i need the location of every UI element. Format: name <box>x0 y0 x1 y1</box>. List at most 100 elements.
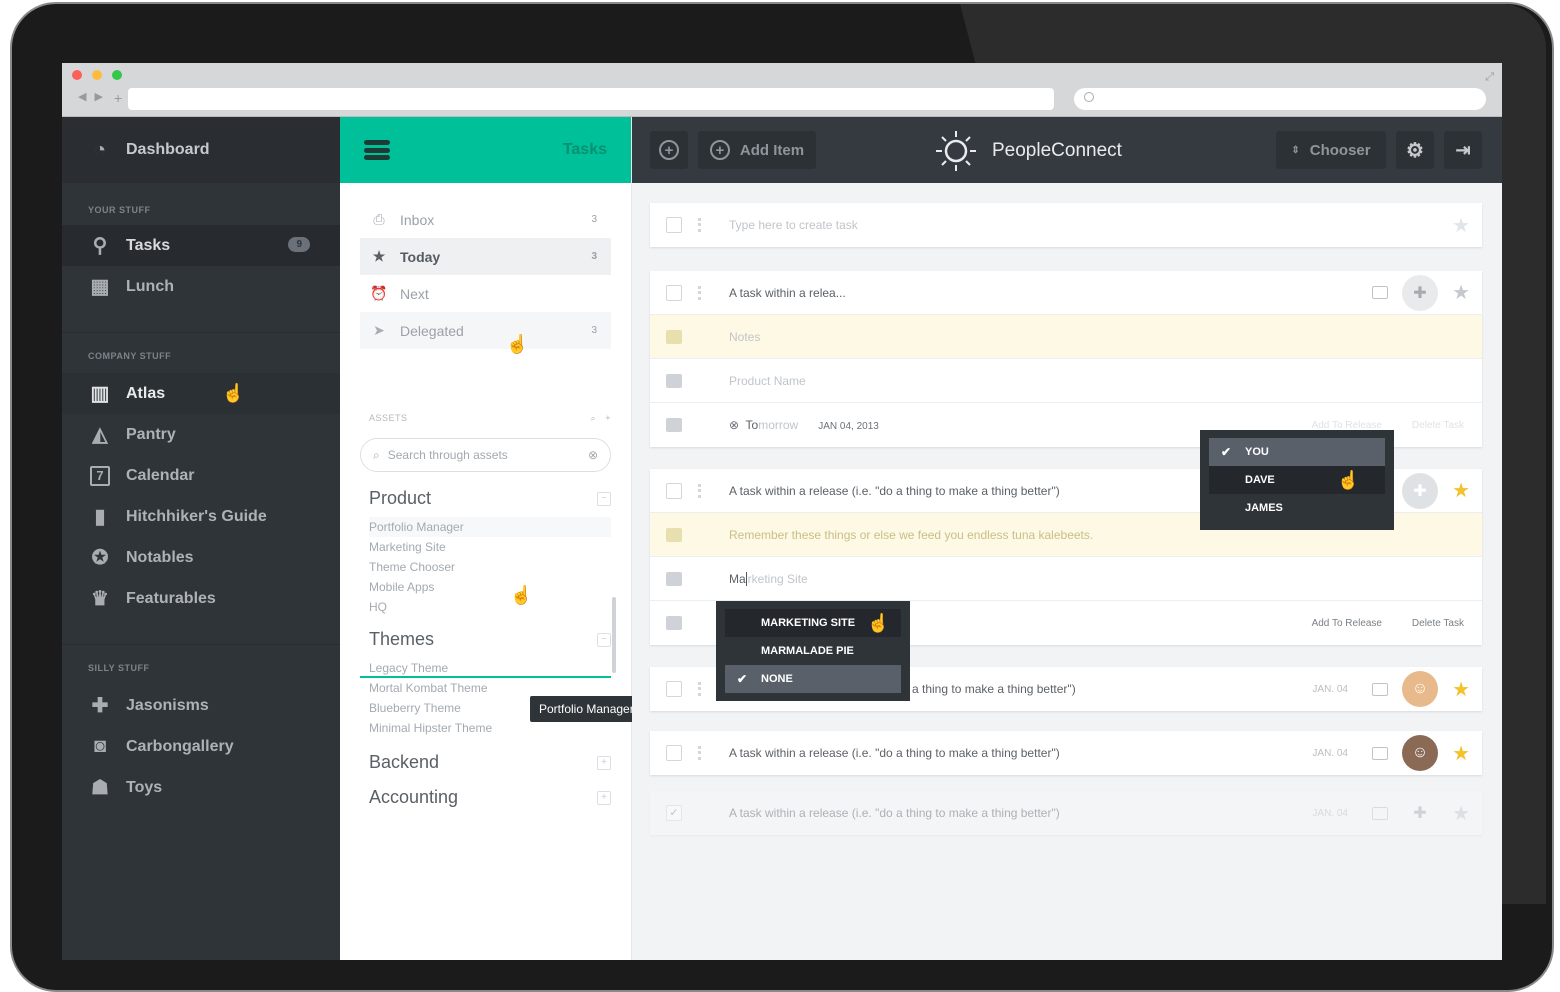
settings-button[interactable]: ⚙ <box>1396 131 1434 169</box>
assignee-option[interactable]: DAVE ☝ <box>1209 466 1385 494</box>
delete-task-link[interactable]: Delete Task <box>1412 420 1464 431</box>
task-title[interactable]: A task within a release (i.e. "do a thin… <box>729 484 1060 498</box>
task-checkbox-checked[interactable]: ✓ <box>666 805 682 821</box>
address-bar[interactable]: + <box>114 88 1054 110</box>
sidebar-item-pantry[interactable]: ◭ Pantry <box>62 414 340 455</box>
sidebar-item-hitchhikers-guide[interactable]: ▮ Hitchhiker's Guide <box>62 496 340 537</box>
assign-user-icon[interactable]: ✚ <box>1402 472 1438 509</box>
due-input[interactable]: ⊗ Tomorrow JAN 04, 2013 <box>729 418 879 432</box>
product-option[interactable]: MARKETING SITE ☝ <box>725 609 901 637</box>
star-icon[interactable]: ★ <box>1452 801 1470 826</box>
logout-button[interactable]: ⇥ <box>1444 131 1482 169</box>
sidebar-item-notables[interactable]: ✪ Notables <box>62 537 340 578</box>
add-icon[interactable]: + <box>605 413 611 423</box>
sidebar-item-jasonisms[interactable]: ✚ Jasonisms <box>62 685 340 726</box>
notes-row[interactable]: Notes <box>650 315 1482 359</box>
user-avatar[interactable]: ☺ <box>1402 735 1438 771</box>
star-icon[interactable]: ★ <box>1452 677 1470 702</box>
task-checkbox[interactable] <box>666 482 682 499</box>
add-circle-button[interactable]: + <box>650 131 688 169</box>
clear-icon[interactable]: ⊗ <box>729 418 739 432</box>
product-input[interactable]: Product Name <box>729 374 806 388</box>
sidebar-item-atlas[interactable]: ▥ Atlas ☝ <box>62 373 340 414</box>
user-avatar[interactable]: ☺ <box>1402 671 1438 707</box>
product-input[interactable]: Ma rketing Site <box>729 571 808 586</box>
browser-search-bar[interactable] <box>1074 88 1486 110</box>
sidebar-item-lunch[interactable]: ▦ Lunch <box>62 266 340 307</box>
star-icon[interactable]: ★ <box>1452 280 1470 305</box>
task-title[interactable]: A task within a relea... <box>729 286 846 300</box>
add-item-button[interactable]: + Add Item <box>698 131 816 169</box>
asset-group-accounting[interactable]: Accounting + <box>369 787 611 808</box>
expand-icon[interactable]: + <box>597 755 611 770</box>
asset-item[interactable]: Mortal Kombat Theme <box>369 678 631 698</box>
drag-handle[interactable] <box>698 746 701 760</box>
nav-item-today[interactable]: ★ Today 3 <box>360 238 611 275</box>
search-icon[interactable]: ⌕ <box>591 413 597 423</box>
sidebar-item-carbongallery[interactable]: ◙ Carbongallery <box>62 726 340 767</box>
maximize-window-button[interactable] <box>112 70 122 80</box>
comment-icon[interactable] <box>1372 286 1388 299</box>
menu-icon[interactable] <box>364 140 390 160</box>
assignee-option[interactable]: ✔ YOU <box>1209 438 1385 466</box>
asset-item[interactable]: Legacy Theme <box>360 658 611 678</box>
task-checkbox[interactable] <box>666 217 682 233</box>
add-to-release-link[interactable]: Add To Release <box>1312 618 1382 629</box>
drag-handle[interactable] <box>698 682 701 696</box>
chooser-button[interactable]: ⇕ Chooser <box>1276 131 1386 169</box>
drag-handle[interactable] <box>698 285 701 300</box>
new-tab-icon[interactable]: + <box>114 90 122 106</box>
assign-user-icon[interactable]: ✚ <box>1402 274 1438 311</box>
nav-item-inbox[interactable]: ⎙ Inbox 3 <box>360 201 611 238</box>
asset-item[interactable]: HQ <box>369 597 631 617</box>
task-title-row[interactable]: A task within a release (i.e. "do a thin… <box>650 731 1482 775</box>
comment-icon[interactable] <box>1372 806 1388 820</box>
back-forward-arrows[interactable]: ◀▶ <box>78 90 111 103</box>
note-text[interactable]: Remember these things or else we feed yo… <box>729 528 1093 542</box>
expand-icon[interactable]: + <box>597 790 611 805</box>
sidebar-item-tasks[interactable]: ⚲ Tasks 9 <box>62 225 340 266</box>
drag-handle[interactable] <box>698 483 701 498</box>
collapse-icon[interactable]: − <box>597 632 611 647</box>
star-icon[interactable]: ★ <box>1452 741 1470 766</box>
task-checkbox[interactable] <box>666 284 682 301</box>
task-title[interactable]: A task within a release (i.e. "do a thin… <box>729 746 1060 760</box>
new-task-row[interactable]: Type here to create task ★ <box>650 203 1482 247</box>
product-option[interactable]: ✔ NONE <box>725 665 901 693</box>
sidebar-item-calendar[interactable]: 7 Calendar <box>62 455 340 496</box>
sidebar-item-dashboard[interactable]: ◔ Dashboard <box>62 117 340 183</box>
task-title-row[interactable]: A task within a relea... ✚ ★ <box>650 271 1482 315</box>
star-icon[interactable]: ★ <box>1452 478 1470 503</box>
minimize-window-button[interactable] <box>92 70 102 80</box>
assign-user-icon[interactable]: ✚ <box>1402 795 1438 831</box>
product-row[interactable]: Product Name <box>650 359 1482 403</box>
close-window-button[interactable] <box>72 70 82 80</box>
comment-icon[interactable] <box>1372 746 1388 760</box>
task-title[interactable]: a thing to make a thing better") <box>912 682 1076 696</box>
product-option[interactable]: MARMALADE PIE <box>725 637 901 665</box>
notes-input[interactable]: Notes <box>729 330 760 344</box>
asset-group-product[interactable]: Product − <box>369 488 611 509</box>
assignee-option[interactable]: JAMES <box>1209 494 1385 522</box>
star-icon[interactable]: ★ <box>1452 213 1470 238</box>
sidebar-item-featurables[interactable]: ♛ Featurables <box>62 578 340 619</box>
asset-search-input[interactable]: ⌕ Search through assets ⊗ <box>360 438 611 472</box>
collapse-icon[interactable]: − <box>597 491 611 506</box>
task-title-row[interactable]: ✓ A task within a release (i.e. "do a th… <box>650 791 1482 835</box>
sidebar-item-toys[interactable]: ☗ Toys <box>62 767 340 808</box>
task-checkbox[interactable] <box>666 745 682 761</box>
asset-item[interactable]: Theme Chooser <box>369 557 631 577</box>
clear-icon[interactable]: ⊗ <box>588 448 598 462</box>
comment-icon[interactable] <box>1372 682 1388 696</box>
delete-task-link[interactable]: Delete Task <box>1412 618 1464 629</box>
asset-group-themes[interactable]: Themes − <box>369 629 611 650</box>
asset-item[interactable]: Portfolio Manager <box>369 517 611 537</box>
asset-item[interactable]: Marketing Site <box>369 537 631 557</box>
new-task-input[interactable]: Type here to create task <box>729 218 858 232</box>
add-to-release-link[interactable]: Add To Release <box>1312 420 1382 431</box>
asset-item[interactable]: Mobile Apps <box>369 577 631 597</box>
task-checkbox[interactable] <box>666 681 682 697</box>
fullscreen-icon[interactable]: ⤢ <box>1485 71 1494 84</box>
nav-item-delegated[interactable]: ➤ Delegated 3 ☝ <box>360 312 611 354</box>
nav-item-next[interactable]: ⏰ Next <box>360 275 611 312</box>
